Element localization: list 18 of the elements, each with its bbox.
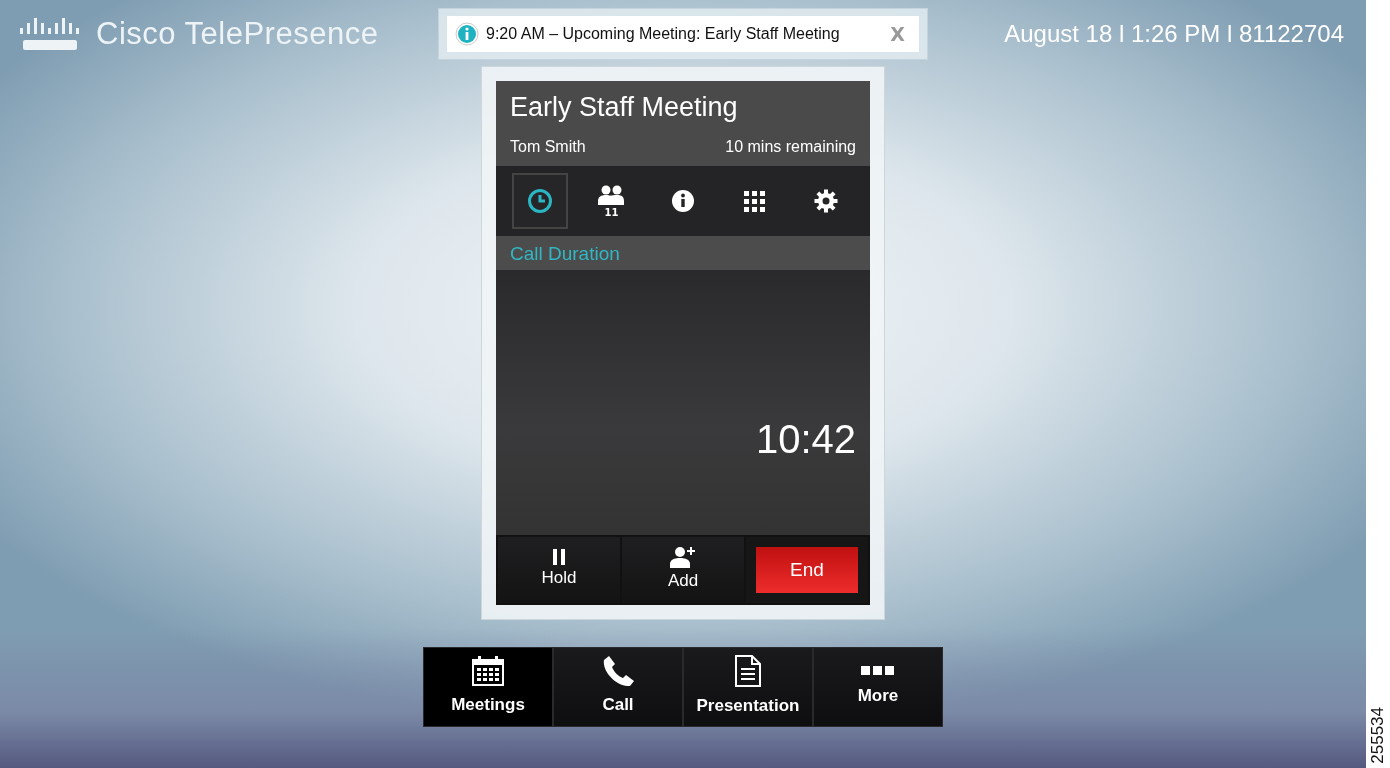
dock-button[interactable]: Presentation [684, 648, 812, 726]
section-heading: Call Duration [496, 236, 870, 270]
dock-button[interactable]: Meetings [424, 648, 552, 726]
tab-button[interactable]: 11 [583, 173, 640, 229]
figure-number: 255534 [1367, 707, 1389, 764]
caller-name: Tom Smith [510, 137, 586, 158]
time-remaining: 10 mins remaining [725, 137, 856, 158]
brand-title: Cisco TelePresence [96, 14, 379, 53]
call-duration: 10:42 [755, 416, 856, 463]
add-button[interactable]: Add [622, 537, 744, 603]
dock-button[interactable]: More [814, 648, 942, 726]
status-text: August 18 l 1:26 PM l 81122704 [1004, 19, 1345, 49]
notification-text: 9:20 AM – Upcoming Meeting: Early Staff Meeting [486, 24, 840, 44]
end-call-button[interactable]: End [756, 547, 858, 593]
hold-button[interactable]: Hold [498, 537, 620, 603]
dock-button[interactable]: Call [554, 648, 682, 726]
meeting-title: Early Staff Meeting [510, 91, 739, 124]
participant-count: 11 [604, 207, 619, 218]
